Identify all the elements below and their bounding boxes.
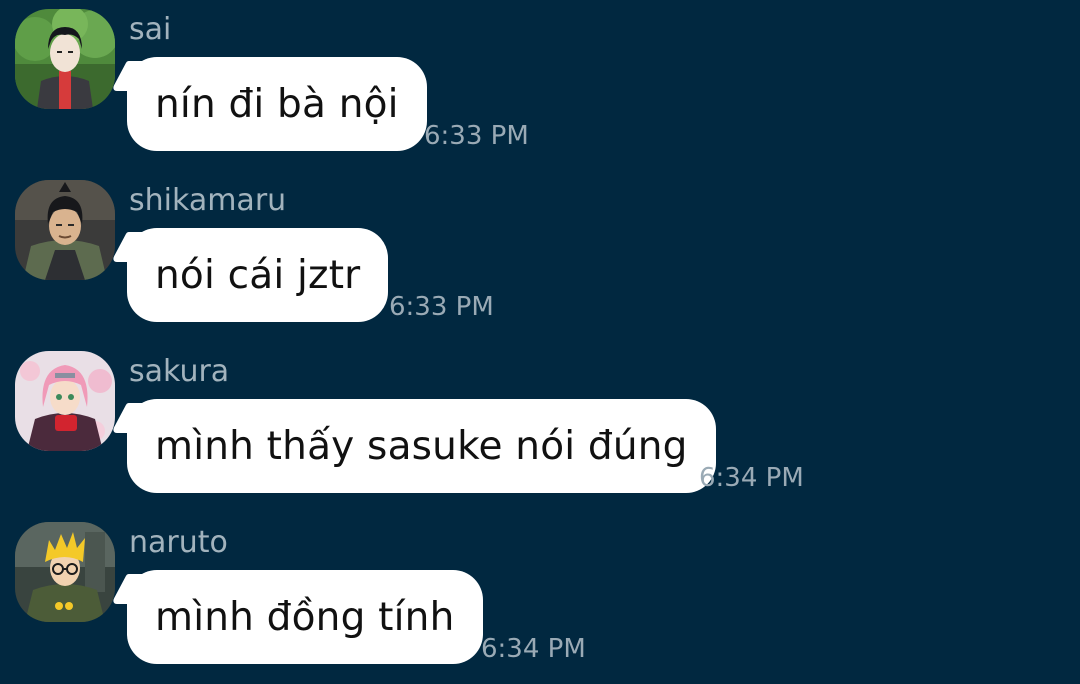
message-row: shikamaru nói cái jztr 6:33 PM xyxy=(0,171,1080,342)
message-row: sakura mình thấy sasuke nói đúng 6:34 PM xyxy=(0,342,1080,513)
sender-name: naruto xyxy=(129,525,228,560)
sender-name: sai xyxy=(129,12,172,47)
message-bubble[interactable]: mình đồng tính xyxy=(127,570,483,664)
naruto-avatar-icon[interactable] xyxy=(15,522,115,622)
message-timestamp: 6:34 PM xyxy=(699,463,804,493)
sai-avatar-icon[interactable] xyxy=(15,9,115,109)
chat-thread: sai nín đi bà nội 6:33 PM shikamaru nói … xyxy=(0,0,1080,684)
message-timestamp: 6:34 PM xyxy=(481,634,586,664)
message-text: nói cái jztr xyxy=(155,252,361,298)
message-row: sai nín đi bà nội 6:33 PM xyxy=(0,0,1080,171)
message-timestamp: 6:33 PM xyxy=(424,121,529,151)
message-text: mình thấy sasuke nói đúng xyxy=(155,423,688,469)
sakura-avatar-icon[interactable] xyxy=(15,351,115,451)
message-bubble[interactable]: nín đi bà nội xyxy=(127,57,427,151)
message-row: naruto mình đồng tính 6:34 PM xyxy=(0,513,1080,684)
message-text: nín đi bà nội xyxy=(155,81,399,127)
sender-name: sakura xyxy=(129,354,230,389)
message-bubble[interactable]: mình thấy sasuke nói đúng xyxy=(127,399,716,493)
sender-name: shikamaru xyxy=(129,183,287,218)
message-timestamp: 6:33 PM xyxy=(389,292,494,322)
shikamaru-avatar-icon[interactable] xyxy=(15,180,115,280)
message-bubble[interactable]: nói cái jztr xyxy=(127,228,389,322)
message-text: mình đồng tính xyxy=(155,594,455,640)
